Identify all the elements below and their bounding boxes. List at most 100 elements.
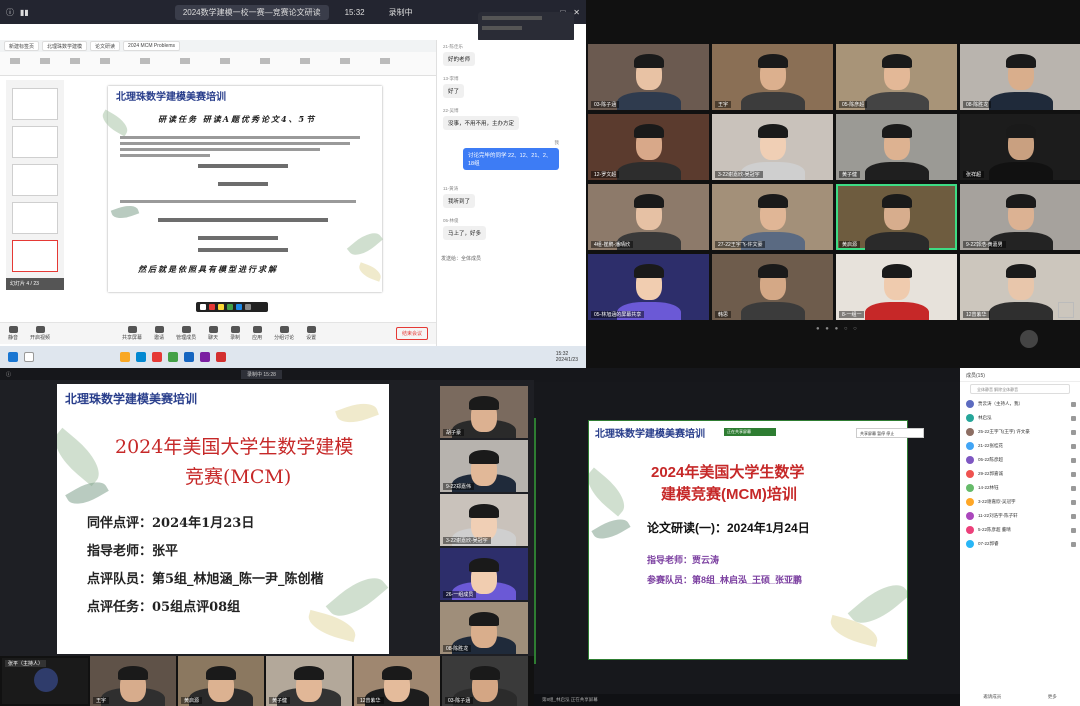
invite-button[interactable]: 邀请成员 bbox=[983, 694, 1001, 700]
share-controls[interactable]: 共享屏幕 暂停 停止 bbox=[856, 428, 924, 438]
microphone-icon[interactable] bbox=[1071, 527, 1076, 533]
breakout-button[interactable]: 分组讨论 bbox=[274, 326, 294, 341]
more-button[interactable]: 更多 bbox=[1048, 694, 1057, 700]
recording-status[interactable]: 录制中 bbox=[389, 7, 413, 18]
members-button[interactable]: 管理成员 bbox=[176, 326, 196, 341]
settings-button[interactable]: 设置 bbox=[306, 326, 316, 341]
chat-input[interactable]: 发送给：全体成员 bbox=[441, 255, 481, 262]
fullscreen-icon[interactable] bbox=[1058, 302, 1074, 318]
slide-thumbnail[interactable] bbox=[12, 202, 58, 234]
microphone-icon[interactable] bbox=[1071, 471, 1076, 477]
ribbon-tool-icon[interactable] bbox=[340, 58, 350, 64]
participant-row[interactable]: 07-22郭睿 bbox=[966, 538, 1076, 550]
microphone-icon[interactable] bbox=[1071, 499, 1076, 505]
avatar[interactable] bbox=[1020, 330, 1038, 348]
video-tile[interactable]: 12曾紫华 bbox=[354, 656, 440, 706]
ribbon-tool-icon[interactable] bbox=[70, 58, 80, 64]
microphone-icon[interactable] bbox=[1071, 485, 1076, 491]
video-tile[interactable]: 8-一组一 bbox=[836, 254, 957, 320]
wps-icon[interactable] bbox=[216, 352, 226, 362]
microphone-icon[interactable] bbox=[1071, 443, 1076, 449]
slide-thumbnail[interactable] bbox=[12, 126, 58, 158]
video-tile[interactable]: 黄子健 bbox=[266, 656, 352, 706]
close-icon[interactable]: ✕ bbox=[573, 8, 580, 17]
participant-row[interactable]: 14-22林钰 bbox=[966, 482, 1076, 494]
ribbon-tool-icon[interactable] bbox=[140, 58, 150, 64]
ribbon-tool-icon[interactable] bbox=[100, 58, 110, 64]
wechat-icon[interactable] bbox=[168, 352, 178, 362]
ribbon-tool-icon[interactable] bbox=[180, 58, 190, 64]
microphone-icon[interactable] bbox=[1071, 541, 1076, 547]
record-button[interactable]: 录制 bbox=[230, 326, 240, 341]
participant-row[interactable]: 5-22陈彦超 董晴 bbox=[966, 524, 1076, 536]
video-tile[interactable]: 9-22郑嘉伟 bbox=[440, 440, 528, 492]
video-tile[interactable]: 9-22郭浩-黄嘉男 bbox=[960, 184, 1080, 250]
ribbon-tool-icon[interactable] bbox=[220, 58, 230, 64]
participant-row[interactable]: 3-22谢嘉欣-吴冠宇 bbox=[966, 496, 1076, 508]
video-tile[interactable]: 03-陈子涵 bbox=[588, 44, 709, 110]
browser-tab[interactable]: 新建标签页 bbox=[4, 41, 40, 51]
search-icon[interactable] bbox=[24, 352, 34, 362]
ribbon-tool-icon[interactable] bbox=[380, 58, 390, 64]
browser-tab[interactable]: 北理珠数学建模 bbox=[42, 41, 88, 51]
microphone-icon[interactable] bbox=[1071, 513, 1076, 519]
recording-status[interactable]: 录制中 15:28 bbox=[241, 369, 282, 379]
slide-thumbnail[interactable] bbox=[12, 164, 58, 196]
participant-row[interactable]: 11-22刘浩宇-陈子轩 bbox=[966, 510, 1076, 522]
chat-button[interactable]: 聊天 bbox=[208, 326, 218, 341]
slide-canvas[interactable]: 北理珠数学建模美赛培训 研读任务 研读A题优秀论文4、5节 然后就是依照具有模型… bbox=[98, 86, 384, 292]
video-tile[interactable]: 05-陈彦超 bbox=[836, 44, 957, 110]
video-tile[interactable]: 黄启源 bbox=[836, 184, 957, 250]
color-red-icon[interactable] bbox=[209, 304, 215, 310]
self-view[interactable]: 张平（主持人） bbox=[2, 658, 88, 704]
slide-thumbnail[interactable] bbox=[12, 88, 58, 120]
meeting-icon[interactable] bbox=[184, 352, 194, 362]
video-tile[interactable]: 08-陈胜龙 bbox=[440, 602, 528, 654]
pen-icon[interactable] bbox=[200, 304, 206, 310]
invite-button[interactable]: 邀请 bbox=[154, 326, 164, 341]
participant-row[interactable]: 贾云涛（主持人，我） bbox=[966, 398, 1076, 410]
video-tile[interactable]: 03-陈子涵 bbox=[442, 656, 528, 706]
page-indicator[interactable]: ● ● ● ○ ○ bbox=[816, 326, 859, 332]
participant-row[interactable]: 林启泓 bbox=[966, 412, 1076, 424]
video-tile[interactable]: 张祥超 bbox=[960, 114, 1080, 180]
video-tile[interactable]: 胡子豪 bbox=[440, 386, 528, 438]
color-blue-icon[interactable] bbox=[236, 304, 242, 310]
end-meeting-button[interactable]: 结束会议 bbox=[395, 327, 428, 340]
video-tile[interactable]: 4组-崔鹏-潘晴欣 bbox=[588, 184, 709, 250]
browser-tab[interactable]: 2024 MCM Problems bbox=[123, 41, 181, 51]
meeting-title[interactable]: 2024数学建模一校一赛—竞赛论文研读 bbox=[174, 4, 329, 20]
color-green-icon[interactable] bbox=[227, 304, 233, 310]
video-tile[interactable]: 08-陈胜龙 bbox=[960, 44, 1080, 110]
video-tile[interactable]: 王宇 bbox=[90, 656, 176, 706]
video-tile[interactable]: 05-林旭涵的屏幕共享 bbox=[588, 254, 709, 320]
color-yellow-icon[interactable] bbox=[218, 304, 224, 310]
ribbon-tool-icon[interactable] bbox=[300, 58, 310, 64]
participant-row[interactable]: 25-22王宇飞(王宇) 许文豪 bbox=[966, 426, 1076, 438]
participant-row[interactable]: 29-22郭嘉诚 bbox=[966, 468, 1076, 480]
video-tile[interactable]: 3-22谢嘉欣-吴冠宇 bbox=[440, 494, 528, 546]
ribbon-tool-icon[interactable] bbox=[260, 58, 270, 64]
explorer-icon[interactable] bbox=[120, 352, 130, 362]
video-tile[interactable]: 12-罗文超 bbox=[588, 114, 709, 180]
participant-row[interactable]: 21-22张桂花 bbox=[966, 440, 1076, 452]
microphone-icon[interactable] bbox=[1071, 429, 1076, 435]
start-icon[interactable] bbox=[8, 352, 18, 362]
eraser-icon[interactable] bbox=[245, 304, 251, 310]
video-tile[interactable]: 韩思 bbox=[712, 254, 833, 320]
meeting-info-icon[interactable]: ⓘ bbox=[6, 7, 14, 18]
apps-button[interactable]: 应用 bbox=[252, 326, 262, 341]
share-screen-button[interactable]: 共享屏幕 bbox=[122, 326, 142, 341]
video-tile[interactable]: 27-22王宇飞-许文豪 bbox=[712, 184, 833, 250]
slide-thumbnail-selected[interactable] bbox=[12, 240, 58, 272]
video-tile[interactable]: 黄启源 bbox=[178, 656, 264, 706]
video-tile[interactable]: 黄子健 bbox=[836, 114, 957, 180]
video-button[interactable]: 开启视频 bbox=[30, 326, 50, 341]
video-tile[interactable]: 王宇 bbox=[712, 44, 833, 110]
edge-icon[interactable] bbox=[136, 352, 146, 362]
microphone-icon[interactable] bbox=[1071, 457, 1076, 463]
meeting-info-icon[interactable]: ⓘ bbox=[6, 371, 11, 378]
ribbon-tool-icon[interactable] bbox=[40, 58, 50, 64]
participant-row[interactable]: 05-22陈彦超 bbox=[966, 454, 1076, 466]
microphone-icon[interactable] bbox=[1071, 415, 1076, 421]
